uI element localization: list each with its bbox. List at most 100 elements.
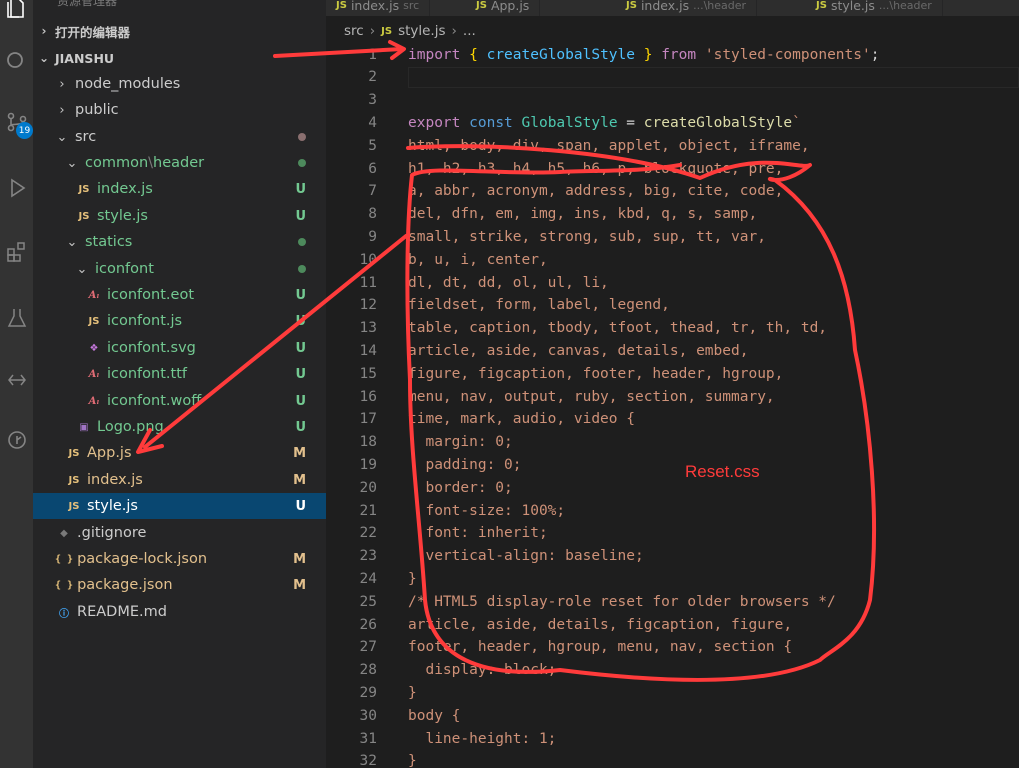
tree-item-label: README.md bbox=[77, 604, 167, 620]
code-line: 12 fieldset, form, label, legend, bbox=[326, 294, 1019, 317]
code-text: } bbox=[408, 684, 417, 701]
tree-file[interactable]: JS index.js M bbox=[33, 467, 326, 493]
breadcrumb-symbol[interactable]: ... bbox=[463, 23, 476, 39]
tab-index-header[interactable]: JS index.js ...\header bbox=[616, 0, 758, 16]
tree-folder[interactable]: ⌄ src bbox=[33, 124, 326, 150]
run-debug-icon[interactable] bbox=[0, 168, 33, 208]
tree-file[interactable]: Aₗ iconfont.eot U bbox=[33, 282, 326, 308]
code-line: 3 bbox=[326, 89, 1019, 112]
code-line: 22 font: inherit; bbox=[326, 522, 1019, 545]
tab-app[interactable]: JS App.js bbox=[466, 0, 541, 16]
tree-item-label: iconfont.eot bbox=[107, 287, 194, 303]
code-line: 25 /* HTML5 display-role reset for older … bbox=[326, 590, 1019, 613]
line-number: 19 bbox=[359, 456, 377, 473]
breadcrumb-file[interactable]: style.js bbox=[398, 23, 445, 39]
editor-area: JS index.js src JS App.js JS index.js ...\hea… bbox=[326, 0, 1019, 768]
code-text: font-size: 100%; bbox=[408, 502, 566, 519]
tree-item-label: style.js bbox=[87, 498, 138, 514]
code-line: 13 table, caption, tbody, tfoot, thead, t… bbox=[326, 317, 1019, 340]
git-status-badge bbox=[298, 124, 306, 150]
code-text: a, abbr, acronym, address, big, cite, co… bbox=[408, 183, 784, 200]
chevron-right-icon: › bbox=[369, 23, 376, 39]
code-text: line-height: 1; bbox=[408, 730, 557, 747]
tree-item-label: public bbox=[75, 102, 119, 118]
tree-item-label: iconfont bbox=[95, 261, 154, 277]
tab-index-src[interactable]: JS index.js src bbox=[326, 0, 431, 16]
git-status-badge: U bbox=[295, 313, 306, 329]
tree-file[interactable]: { } package-lock.json M bbox=[33, 546, 326, 572]
line-number: 1 bbox=[368, 46, 377, 63]
code-line: 26 article, aside, details, figcaption, f… bbox=[326, 613, 1019, 636]
tree-file[interactable]: ◆ .gitignore bbox=[33, 520, 326, 546]
extensions-icon[interactable] bbox=[0, 232, 33, 272]
tree-file[interactable]: Aₗ iconfont.ttf U bbox=[33, 361, 326, 387]
open-editors-header[interactable]: › 打开的编辑器 bbox=[33, 19, 326, 43]
line-number: 11 bbox=[359, 274, 377, 291]
tree-file[interactable]: JS style.js U bbox=[33, 493, 326, 519]
tree-file[interactable]: ❖ iconfont.svg U bbox=[33, 335, 326, 361]
json-file-icon: { } bbox=[55, 579, 74, 591]
font-file-icon: Aₗ bbox=[88, 395, 100, 407]
code-line: 2 bbox=[326, 66, 1019, 89]
tree-item-label: common bbox=[85, 155, 149, 171]
tree-folder[interactable]: › public bbox=[33, 97, 326, 123]
tree-item-label: iconfont.woff bbox=[107, 393, 202, 409]
source-control-icon[interactable]: 19 bbox=[0, 102, 33, 142]
code-text: padding: 0; bbox=[408, 456, 522, 473]
code-line: 15 figure, figcaption, footer, header, hg… bbox=[326, 362, 1019, 385]
json-file-icon: { } bbox=[55, 553, 74, 565]
js-file-icon: JS bbox=[68, 447, 80, 459]
test-icon[interactable] bbox=[0, 298, 33, 338]
code-line: 11 dl, dt, dd, ol, ul, li, bbox=[326, 271, 1019, 294]
tree-file[interactable]: ▣ Logo.png U bbox=[33, 414, 326, 440]
git-status-badge: U bbox=[295, 181, 306, 197]
tree-file[interactable]: JS index.js U bbox=[33, 176, 326, 202]
tree-folder[interactable]: › node_modules bbox=[33, 71, 326, 97]
line-number: 8 bbox=[368, 206, 377, 223]
font-file-icon: Aₗ bbox=[88, 368, 100, 380]
tree-folder[interactable]: ⌄ common \ header bbox=[33, 150, 326, 176]
tree-item-label: App.js bbox=[87, 445, 132, 461]
tree-file[interactable]: Aₗ iconfont.woff U bbox=[33, 388, 326, 414]
line-number: 25 bbox=[359, 593, 377, 610]
tree-file[interactable]: JS iconfont.js U bbox=[33, 308, 326, 334]
tree-file[interactable]: ⓘ README.md bbox=[33, 599, 326, 625]
code-line: 29} bbox=[326, 681, 1019, 704]
chevron-down-icon: ⌄ bbox=[76, 261, 88, 277]
remote-icon[interactable] bbox=[0, 360, 33, 400]
tree-folder[interactable]: ⌄ statics bbox=[33, 229, 326, 255]
tree-item-label: header bbox=[153, 155, 205, 171]
js-file-icon: JS bbox=[68, 474, 80, 486]
git-graph-icon[interactable] bbox=[0, 420, 33, 460]
line-number: 30 bbox=[359, 707, 377, 724]
tree-file[interactable]: JS style.js U bbox=[33, 203, 326, 229]
project-header[interactable]: ⌄ JIANSHU bbox=[33, 46, 326, 70]
git-status-badge bbox=[298, 150, 306, 176]
breadcrumb-folder[interactable]: src bbox=[344, 23, 364, 39]
tree-file[interactable]: JS App.js M bbox=[33, 440, 326, 466]
js-file-icon: JS bbox=[68, 500, 80, 512]
git-status-badge: U bbox=[295, 340, 306, 356]
tree-item-label: node_modules bbox=[75, 76, 181, 92]
tree-file[interactable]: { } package.json M bbox=[33, 572, 326, 598]
chevron-right-icon: › bbox=[59, 76, 65, 92]
line-number: 17 bbox=[359, 411, 377, 428]
code-text: figure, figcaption, footer, header, hgro… bbox=[408, 365, 784, 382]
line-number: 13 bbox=[359, 320, 377, 337]
line-number: 5 bbox=[368, 137, 377, 154]
tree-item-label: package.json bbox=[77, 577, 173, 593]
explorer-icon[interactable] bbox=[0, 0, 33, 28]
tab-style-header[interactable]: JS style.js ...\header bbox=[806, 0, 943, 16]
tree-folder[interactable]: ⌄ iconfont bbox=[33, 256, 326, 282]
tree-item-label: package-lock.json bbox=[77, 551, 208, 567]
tree-item-label: statics bbox=[85, 234, 133, 250]
git-status-badge: U bbox=[295, 208, 306, 224]
code-text: fieldset, form, label, legend, bbox=[408, 297, 670, 314]
line-number: 14 bbox=[359, 342, 377, 359]
search-icon[interactable] bbox=[0, 42, 33, 82]
code-line: 21 font-size: 100%; bbox=[326, 499, 1019, 522]
chevron-right-icon: › bbox=[41, 24, 47, 38]
line-number: 15 bbox=[359, 365, 377, 382]
js-file-icon: JS bbox=[816, 0, 827, 11]
code-text: display: block; bbox=[408, 662, 557, 679]
